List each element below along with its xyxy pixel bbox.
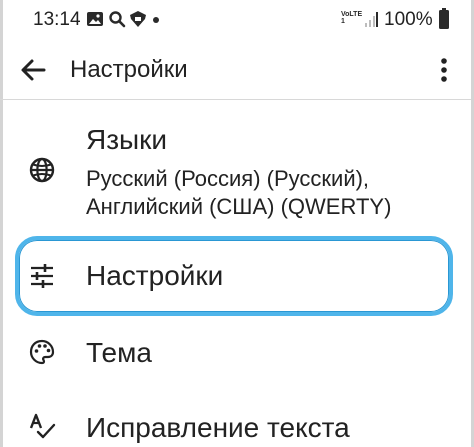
item-subtitle-line2: Английский (США) (QWERTY) [86,194,392,219]
highlight-ring [15,236,453,316]
item-title: Тема [86,337,152,368]
item-title: Языки [86,124,168,155]
status-bar: 13:14 VoLTE1 100% [0,0,474,38]
image-icon [87,12,103,26]
arrow-back-icon[interactable] [18,54,50,86]
dot-icon [153,17,159,23]
network-label: VoLTE1 [341,11,363,25]
page-title: Настройки [70,56,188,83]
app-bar-divider [0,99,474,100]
list-item-languages[interactable]: Языки Русский (Россия) (Русский), Англий… [0,110,474,230]
shield-icon [130,11,146,27]
spellcheck-icon [29,413,56,439]
search-icon [109,11,126,28]
signal-icon [365,12,378,27]
more-vert-icon[interactable] [432,54,456,86]
battery-icon [439,8,449,29]
app-bar: Настройки [0,38,474,100]
list-item-text-correction[interactable]: Исправление текста [0,392,474,447]
network-indicator: VoLTE1 [341,9,363,29]
list-item-theme[interactable]: Тема [0,320,474,390]
settings-screen: 13:14 VoLTE1 100% Настройки Языки Русски… [0,0,474,447]
status-time: 13:14 [33,9,81,30]
palette-icon [29,339,55,365]
item-subtitle-line1: Русский (Россия) (Русский), [86,166,370,191]
globe-icon [29,157,55,183]
battery-percent: 100% [384,9,433,30]
item-title: Исправление текста [86,412,350,443]
